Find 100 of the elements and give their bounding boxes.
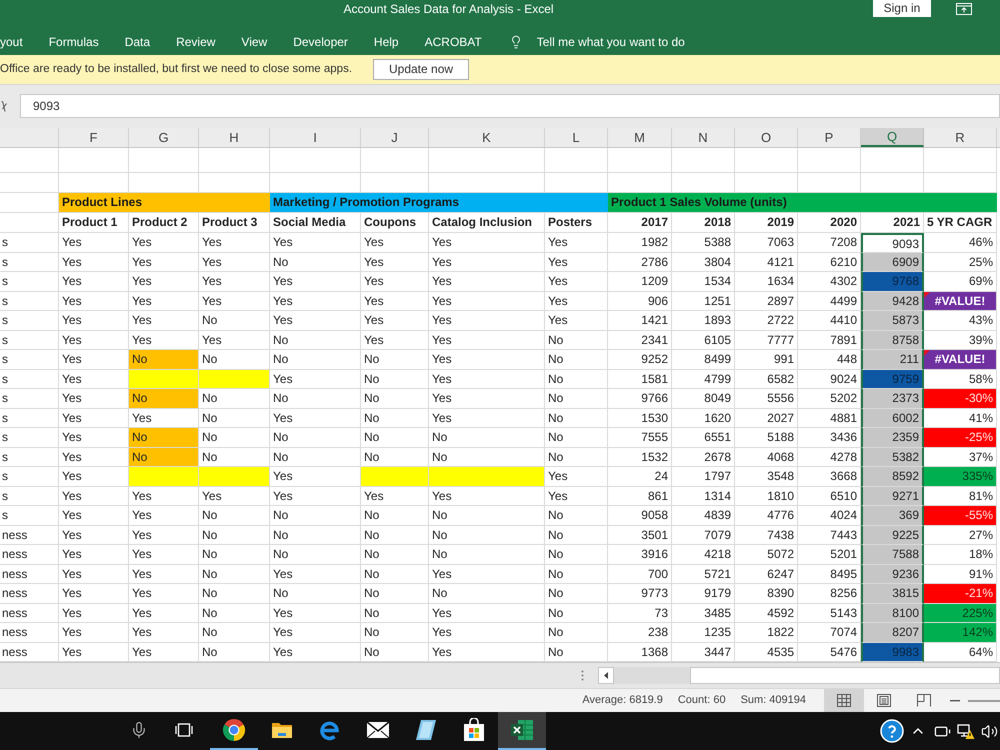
column-header[interactable]: Q bbox=[861, 128, 924, 147]
ribbon-tab[interactable]: ACROBAT bbox=[412, 34, 495, 50]
table-cell: 7777 bbox=[735, 330, 798, 350]
header-cell: Catalog Inclusion bbox=[429, 213, 545, 233]
table-cell: s bbox=[0, 330, 59, 350]
table-cell: Yes bbox=[545, 311, 608, 330]
update-now-button[interactable]: Update now bbox=[373, 59, 470, 80]
column-header[interactable]: O bbox=[735, 128, 798, 147]
table-cell[interactable]: 8592 bbox=[861, 467, 924, 486]
table-cell: Yes bbox=[129, 623, 199, 642]
page-layout-icon bbox=[877, 694, 891, 707]
ribbon-tab[interactable]: Developer bbox=[280, 34, 361, 50]
ribbon-tab[interactable]: View bbox=[228, 34, 280, 50]
header-cell: 2020 bbox=[798, 213, 861, 233]
table-cell: 9773 bbox=[608, 584, 672, 604]
horizontal-scrollbar[interactable] bbox=[614, 667, 1000, 684]
table-cell: No bbox=[129, 389, 199, 408]
column-header[interactable]: M bbox=[608, 128, 672, 147]
table-cell: 3548 bbox=[735, 467, 798, 486]
table-cell[interactable]: 9093 bbox=[861, 233, 924, 252]
scroll-left-button[interactable] bbox=[598, 667, 614, 684]
empty-cell bbox=[0, 148, 59, 173]
table-cell: No bbox=[270, 584, 361, 604]
table-cell: 1797 bbox=[672, 467, 735, 486]
ribbon-tab[interactable]: Formulas bbox=[36, 34, 112, 50]
table-cell[interactable]: 5382 bbox=[861, 448, 924, 467]
column-header[interactable]: L bbox=[545, 128, 608, 147]
column-header[interactable]: H bbox=[199, 128, 270, 147]
ribbon-tab[interactable]: Data bbox=[112, 34, 164, 50]
table-cell: No bbox=[199, 428, 270, 448]
column-header[interactable]: K bbox=[429, 128, 545, 147]
table-cell: 1530 bbox=[608, 408, 672, 428]
ribbon-tab[interactable]: yout bbox=[0, 34, 36, 50]
table-cell: 27% bbox=[924, 526, 997, 545]
ribbon-tab[interactable]: Review bbox=[163, 34, 228, 50]
table-cell[interactable]: 9236 bbox=[861, 564, 924, 584]
table-cell: Yes bbox=[429, 604, 545, 623]
column-header[interactable]: F bbox=[59, 128, 129, 147]
table-cell: Yes bbox=[129, 545, 199, 564]
header-cell: Product 3 bbox=[199, 213, 270, 233]
split-handle-icon[interactable] bbox=[581, 670, 584, 681]
table-cell: No bbox=[361, 506, 429, 526]
table-cell: Yes bbox=[59, 564, 129, 584]
header-cell: 2018 bbox=[672, 213, 735, 233]
empty-cell bbox=[861, 148, 924, 173]
column-header[interactable]: R bbox=[924, 128, 997, 147]
table-cell[interactable]: 6909 bbox=[861, 252, 924, 272]
table-cell: Yes bbox=[361, 292, 429, 311]
table-cell: 3916 bbox=[608, 545, 672, 564]
table-cell: No bbox=[429, 506, 545, 526]
table-cell: Yes bbox=[270, 311, 361, 330]
empty-cell bbox=[361, 148, 429, 173]
table-cell[interactable]: 5873 bbox=[861, 311, 924, 330]
header-cell: 2019 bbox=[735, 213, 798, 233]
help-icon[interactable] bbox=[880, 719, 904, 743]
table-cell: No bbox=[270, 389, 361, 408]
table-cell[interactable]: 6002 bbox=[861, 408, 924, 428]
header-cell: Product 2 bbox=[129, 213, 199, 233]
column-header[interactable]: N bbox=[672, 128, 735, 147]
table-cell: 2897 bbox=[735, 292, 798, 311]
table-cell[interactable]: 8100 bbox=[861, 604, 924, 623]
view-button[interactable] bbox=[824, 689, 864, 712]
formula-input[interactable]: 9093 bbox=[20, 94, 1000, 118]
shopping-bag-icon bbox=[463, 718, 485, 742]
scrollbar-thumb[interactable] bbox=[690, 667, 1000, 684]
tell-me-search[interactable]: Tell me what you want to do bbox=[508, 34, 685, 50]
table-cell[interactable]: 9271 bbox=[861, 486, 924, 506]
table-cell[interactable]: 369 bbox=[861, 506, 924, 526]
table-cell: 2722 bbox=[735, 311, 798, 330]
table-cell[interactable]: 2359 bbox=[861, 428, 924, 448]
column-header[interactable]: G bbox=[129, 128, 199, 147]
table-cell: 6551 bbox=[672, 428, 735, 448]
table-cell: No bbox=[545, 584, 608, 604]
table-cell[interactable]: 9428 bbox=[861, 292, 924, 311]
table-cell: 4839 bbox=[672, 506, 735, 526]
table-cell: Yes bbox=[361, 486, 429, 506]
table-cell[interactable]: 3815 bbox=[861, 584, 924, 604]
ribbon-display-options-icon[interactable] bbox=[956, 3, 972, 15]
table-cell: -25% bbox=[924, 428, 997, 448]
table-cell: Yes bbox=[199, 252, 270, 272]
table-cell[interactable]: 8758 bbox=[861, 330, 924, 350]
table-cell: Yes bbox=[270, 604, 361, 623]
function-icon[interactable] bbox=[1, 100, 7, 112]
network-warning-icon[interactable] bbox=[957, 722, 975, 740]
table-cell[interactable]: 211 bbox=[861, 350, 924, 370]
table-cell: No bbox=[270, 545, 361, 564]
table-cell[interactable]: 8207 bbox=[861, 623, 924, 642]
table-cell[interactable]: 2373 bbox=[861, 389, 924, 408]
sign-in-button[interactable]: Sign in bbox=[873, 0, 931, 17]
microphone-icon bbox=[130, 721, 148, 739]
table-cell: 2341 bbox=[608, 330, 672, 350]
column-header[interactable]: I bbox=[270, 128, 361, 147]
table-cell[interactable]: 9225 bbox=[861, 526, 924, 545]
ribbon-tab[interactable]: Help bbox=[360, 34, 412, 50]
table-cell: 9058 bbox=[608, 506, 672, 526]
column-header[interactable]: J bbox=[361, 128, 429, 147]
table-cell: 9766 bbox=[608, 389, 672, 408]
table-cell: -21% bbox=[924, 584, 997, 604]
table-cell[interactable]: 7588 bbox=[861, 545, 924, 564]
speaker-icon[interactable] bbox=[980, 722, 998, 740]
